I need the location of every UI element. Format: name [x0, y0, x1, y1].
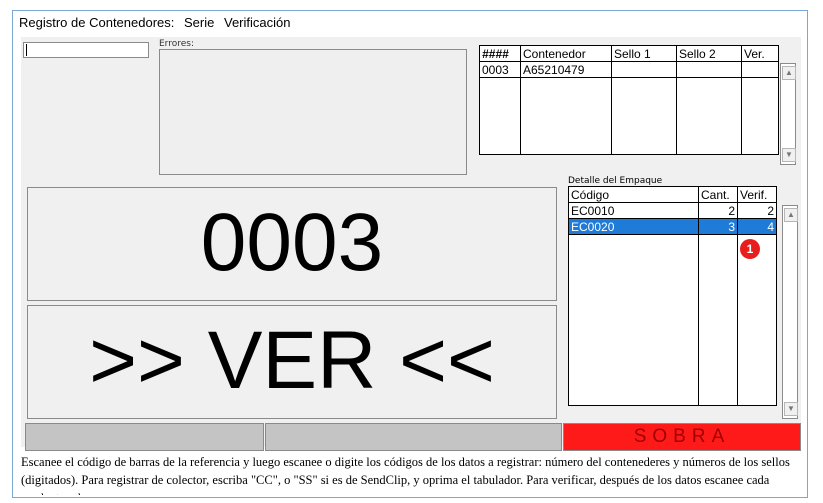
errors-box	[159, 49, 467, 175]
scroll-up-icon[interactable]: ▲	[784, 208, 798, 222]
col-codigo[interactable]: Código	[568, 186, 699, 203]
status-cell-2	[265, 423, 562, 451]
container-number: 0003	[200, 197, 384, 288]
menu-verificacion[interactable]: Verificación	[224, 15, 290, 30]
table-row-selected[interactable]: EC0020 3 4	[568, 218, 777, 235]
cell-number: 0003	[479, 61, 521, 78]
menu-serie[interactable]: Serie	[184, 15, 214, 30]
table-row[interactable]: 0003 A65210479	[479, 61, 779, 78]
cell-codigo: EC0010	[568, 202, 699, 219]
app-title: Registro de Contenedores:	[19, 15, 175, 30]
help-text: Escanee el código de barras de la refere…	[21, 455, 790, 495]
status-sobra: SOBRA	[563, 423, 801, 451]
col-contenedor[interactable]: Contenedor	[520, 45, 612, 62]
col-ver[interactable]: Ver.	[741, 45, 779, 62]
table-row[interactable]: EC0010 2 2	[568, 202, 777, 219]
cell-contenedor: A65210479	[520, 61, 612, 78]
col-sello2[interactable]: Sello 2	[676, 45, 742, 62]
errors-label: Errores:	[159, 39, 194, 49]
status-message: >> VER <<	[89, 315, 495, 406]
cell-ver	[741, 61, 779, 78]
main-window: Registro de Contenedores: Serie Verifica…	[12, 10, 808, 498]
status-display: >> VER <<	[27, 305, 557, 419]
cell-cant: 3	[698, 218, 738, 235]
annotation-badge: 1	[740, 239, 760, 259]
col-sello1[interactable]: Sello 1	[611, 45, 677, 62]
col-cant[interactable]: Cant.	[698, 186, 738, 203]
scroll-down-icon[interactable]: ▼	[782, 148, 796, 162]
detail-scrollbar[interactable]: ▲ ▼	[782, 205, 798, 419]
detail-table: Código Cant. Verif. EC0010 2 2 EC0020 3 …	[568, 186, 777, 406]
containers-scrollbar[interactable]: ▲ ▼	[780, 63, 796, 165]
cell-sello1	[611, 61, 677, 78]
cell-sello2	[676, 61, 742, 78]
cell-cant: 2	[698, 202, 738, 219]
cell-verif: 2	[737, 202, 777, 219]
scroll-up-icon[interactable]: ▲	[782, 66, 796, 80]
scroll-down-icon[interactable]: ▼	[784, 402, 798, 416]
scan-input[interactable]	[23, 42, 149, 58]
containers-table: #### Contenedor Sello 1 Sello 2 Ver. 000…	[479, 45, 779, 155]
col-number[interactable]: ####	[479, 45, 521, 62]
status-cell-1	[25, 423, 264, 451]
col-verif[interactable]: Verif.	[737, 186, 777, 203]
cell-codigo: EC0020	[568, 218, 699, 235]
detail-label: Detalle del Empaque	[568, 176, 663, 186]
container-number-display: 0003	[27, 187, 557, 301]
title-bar: Registro de Contenedores: Serie Verifica…	[19, 15, 296, 30]
cell-verif: 4	[737, 218, 777, 235]
text-caret	[26, 44, 27, 56]
